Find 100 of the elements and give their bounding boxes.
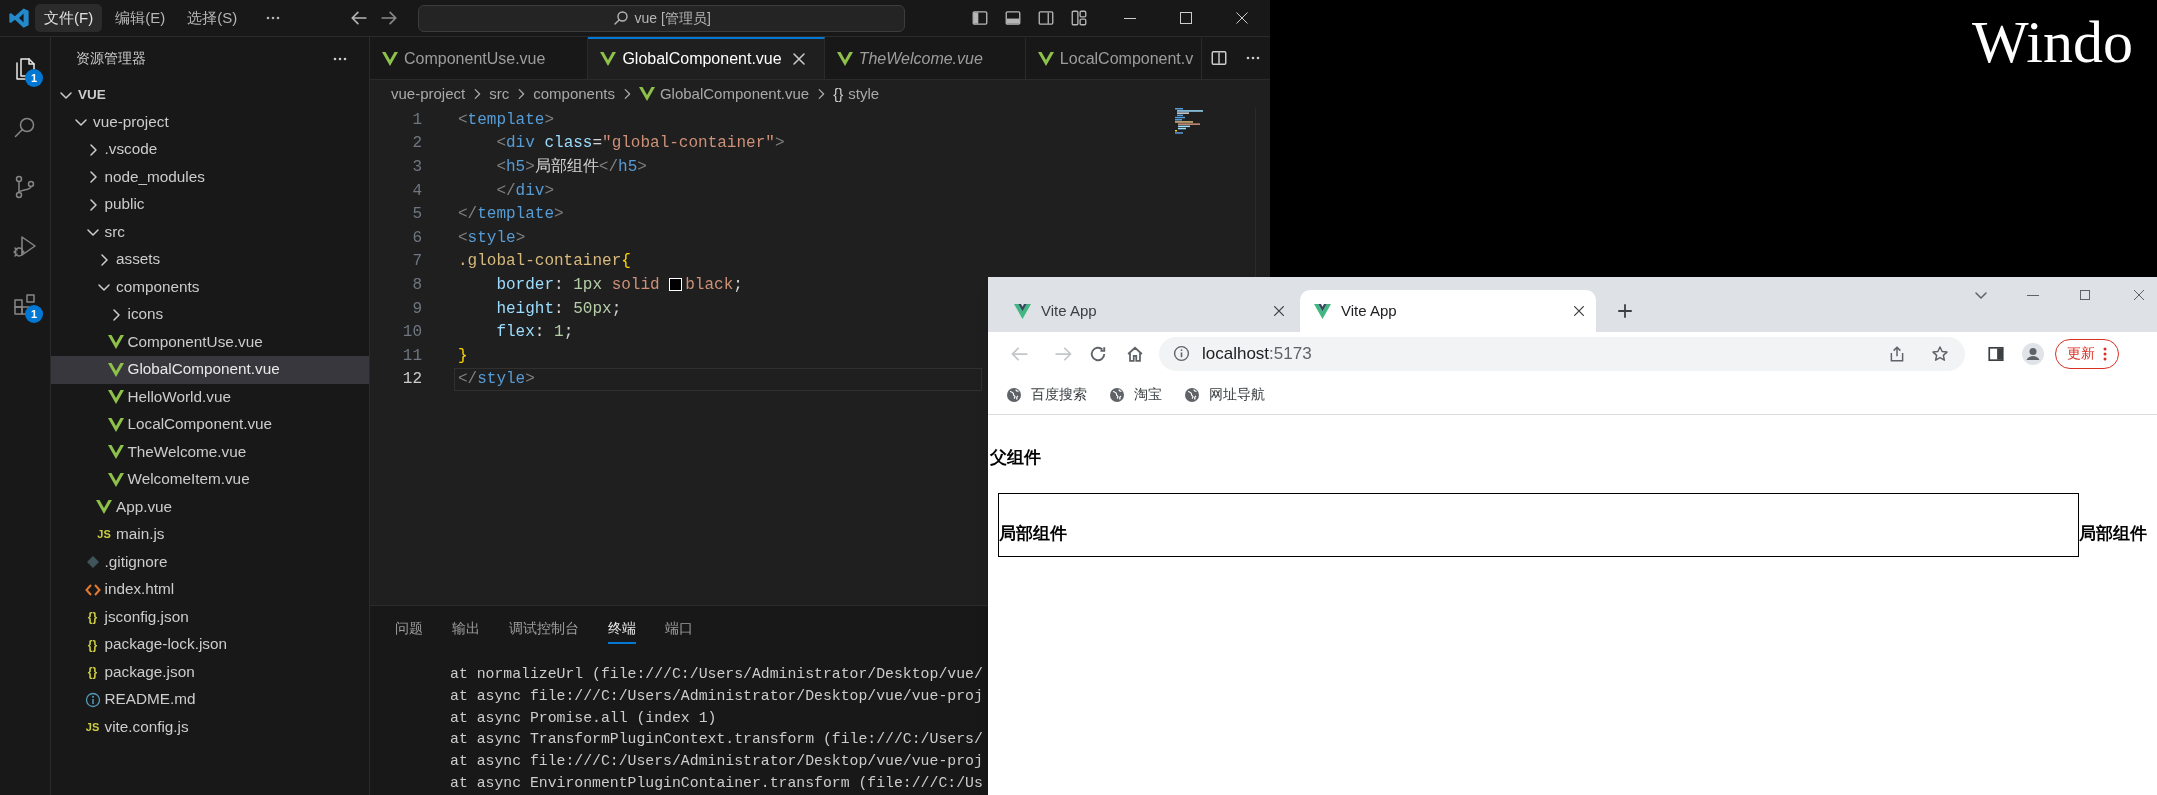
menu-item[interactable]: 文件(F) — [35, 4, 103, 32]
info-icon — [84, 691, 101, 708]
file-tree-item[interactable]: public — [51, 191, 369, 219]
avatar-icon[interactable] — [2021, 341, 2045, 366]
v-icon — [107, 416, 124, 433]
close-icon[interactable] — [2131, 287, 2147, 303]
line-number: 1 — [411, 109, 422, 131]
file-tree-item[interactable]: vue-project — [51, 108, 369, 136]
bookmark-link[interactable]: 百度搜索 — [1002, 384, 1091, 405]
share-icon[interactable] — [1888, 344, 1906, 363]
terminal-line: at normalizeUrl (file:///C:/Users/Administrator/Desktop/vue/ — [450, 665, 983, 684]
file-tree-item[interactable]: GlobalComponent.vue — [51, 356, 369, 384]
file-tree-item[interactable]: LocalComponent.vue — [51, 411, 369, 439]
editor-tab[interactable]: LocalComponent.v — [1025, 37, 1203, 79]
breadcrumb-item[interactable]: vue-project — [391, 82, 466, 106]
line-number: 10 — [401, 322, 422, 344]
browser-tab[interactable]: Vite App — [1000, 290, 1296, 332]
file-tree-item[interactable]: HelloWorld.vue — [51, 383, 369, 411]
sidebar-layout-icon[interactable] — [971, 9, 989, 27]
file-tree-item[interactable]: TheWelcome.vue — [51, 438, 369, 466]
command-center-field[interactable]: vue [管理员] — [418, 4, 906, 32]
file-tree-item[interactable]: JS vite.config.js — [51, 713, 369, 741]
braces-icon: {} — [87, 638, 98, 651]
split-layout-icon[interactable] — [1037, 9, 1055, 27]
panel-tab[interactable]: 问题 — [395, 614, 423, 644]
menu-item[interactable]: 编辑(E) — [106, 4, 175, 32]
panel-tab[interactable]: 终端 — [608, 614, 636, 644]
file-tree-item[interactable]: assets — [51, 246, 369, 274]
breadcrumb-item[interactable]: GlobalComponent.vue — [638, 82, 810, 106]
code-line: <style> — [457, 227, 527, 249]
file-tree-item[interactable]: JS main.js — [51, 521, 369, 549]
v-icon — [1037, 51, 1054, 67]
count-badge: 1 — [25, 305, 43, 323]
file-tree-item[interactable]: ComponentUse.vue — [51, 328, 369, 356]
v-icon — [638, 86, 655, 102]
star-icon[interactable] — [1931, 344, 1949, 363]
bookmark-link[interactable]: 网址导航 — [1180, 384, 1269, 405]
terminal-line: at async file:///C:/Users/Administrator/Desktop/vue/vue-proj — [450, 686, 983, 706]
maximize-icon[interactable] — [2077, 287, 2093, 303]
file-tree-item[interactable]: {} package.json — [51, 658, 369, 686]
file-tree-item[interactable]: .gitignore — [51, 548, 369, 576]
code-line: <h5>局部组件</h5> — [495, 157, 648, 178]
v-icon — [107, 444, 124, 461]
new-tab-icon[interactable] — [1616, 302, 1634, 320]
panel-tab[interactable]: 调试控制台 — [509, 614, 579, 644]
forward-arrow-icon[interactable] — [380, 9, 399, 27]
file-tree-item[interactable]: icons — [51, 301, 369, 329]
address-bar[interactable]: localhost:5173 — [1159, 336, 1965, 371]
sidebar-title: 资源管理器 — [76, 49, 146, 68]
code-line: flex: 1; — [495, 322, 575, 344]
globe-icon — [1184, 386, 1200, 403]
minimize-icon — [1124, 17, 1136, 19]
braces-icon: {} — [87, 611, 98, 624]
v-icon — [382, 51, 398, 67]
breadcrumb-item[interactable]: src — [489, 82, 510, 106]
globe-icon — [1109, 386, 1125, 403]
code-line: <div class="global-container"> — [495, 133, 786, 155]
v-logo-icon — [1314, 302, 1331, 320]
editor-tab[interactable]: TheWelcome.vue — [824, 37, 1026, 79]
file-tree-item[interactable]: WelcomeItem.vue — [51, 466, 369, 494]
close-icon[interactable] — [1572, 304, 1586, 318]
panel-layout-icon[interactable] — [1004, 9, 1022, 27]
breadcrumb-item[interactable]: {} style — [833, 82, 880, 106]
trailing-text: 局部组件 — [2079, 523, 2148, 544]
file-tree-item[interactable]: {} jsconfig.json — [51, 603, 369, 631]
file-tree-item[interactable]: App.vue — [51, 493, 369, 521]
count-badge: 1 — [25, 69, 43, 87]
file-tree-item[interactable]: index.html — [51, 576, 369, 604]
side-panel-icon[interactable] — [1987, 344, 2005, 363]
line-number: 8 — [411, 274, 422, 296]
file-tree-item[interactable]: .vscode — [51, 136, 369, 164]
close-icon[interactable] — [1272, 304, 1286, 318]
maximize-icon — [1180, 12, 1192, 24]
back-arrow-icon[interactable] — [350, 9, 369, 27]
breadcrumb-item[interactable]: components — [533, 82, 615, 106]
braces-icon: {} — [87, 666, 98, 679]
section-header[interactable]: VUE — [51, 81, 369, 109]
line-number: 5 — [411, 204, 422, 226]
run-debug-icon[interactable] — [12, 233, 38, 259]
browser-tab[interactable]: Vite App — [1300, 290, 1596, 332]
grid-layout-icon[interactable] — [1070, 9, 1088, 27]
menu-item[interactable]: 选择(S) — [178, 4, 247, 32]
minimize-icon[interactable] — [2027, 294, 2039, 296]
extensions-icon[interactable] — [12, 292, 38, 318]
file-tree-item[interactable]: src — [51, 218, 369, 246]
search-icon — [612, 10, 629, 26]
terminal-line: at async Promise.all (index 1) — [450, 708, 717, 728]
file-tree-item[interactable]: node_modules — [51, 163, 369, 191]
file-tree-item[interactable]: README.md — [51, 686, 369, 714]
code-line: </template> — [457, 204, 565, 226]
split-editor-icon[interactable] — [1210, 49, 1229, 67]
file-tree-item[interactable]: components — [51, 273, 369, 301]
bookmark-link[interactable]: 淘宝 — [1105, 384, 1166, 405]
close-icon[interactable] — [790, 51, 807, 67]
editor-tab[interactable]: GlobalComponent.vue — [588, 37, 825, 79]
code-line: border: 1px solid black; — [495, 274, 744, 296]
panel-tab[interactable]: 端口 — [665, 614, 693, 644]
globe-icon — [1006, 386, 1022, 403]
panel-tab[interactable]: 输出 — [452, 614, 480, 644]
file-tree-item[interactable]: {} package-lock.json — [51, 631, 369, 659]
